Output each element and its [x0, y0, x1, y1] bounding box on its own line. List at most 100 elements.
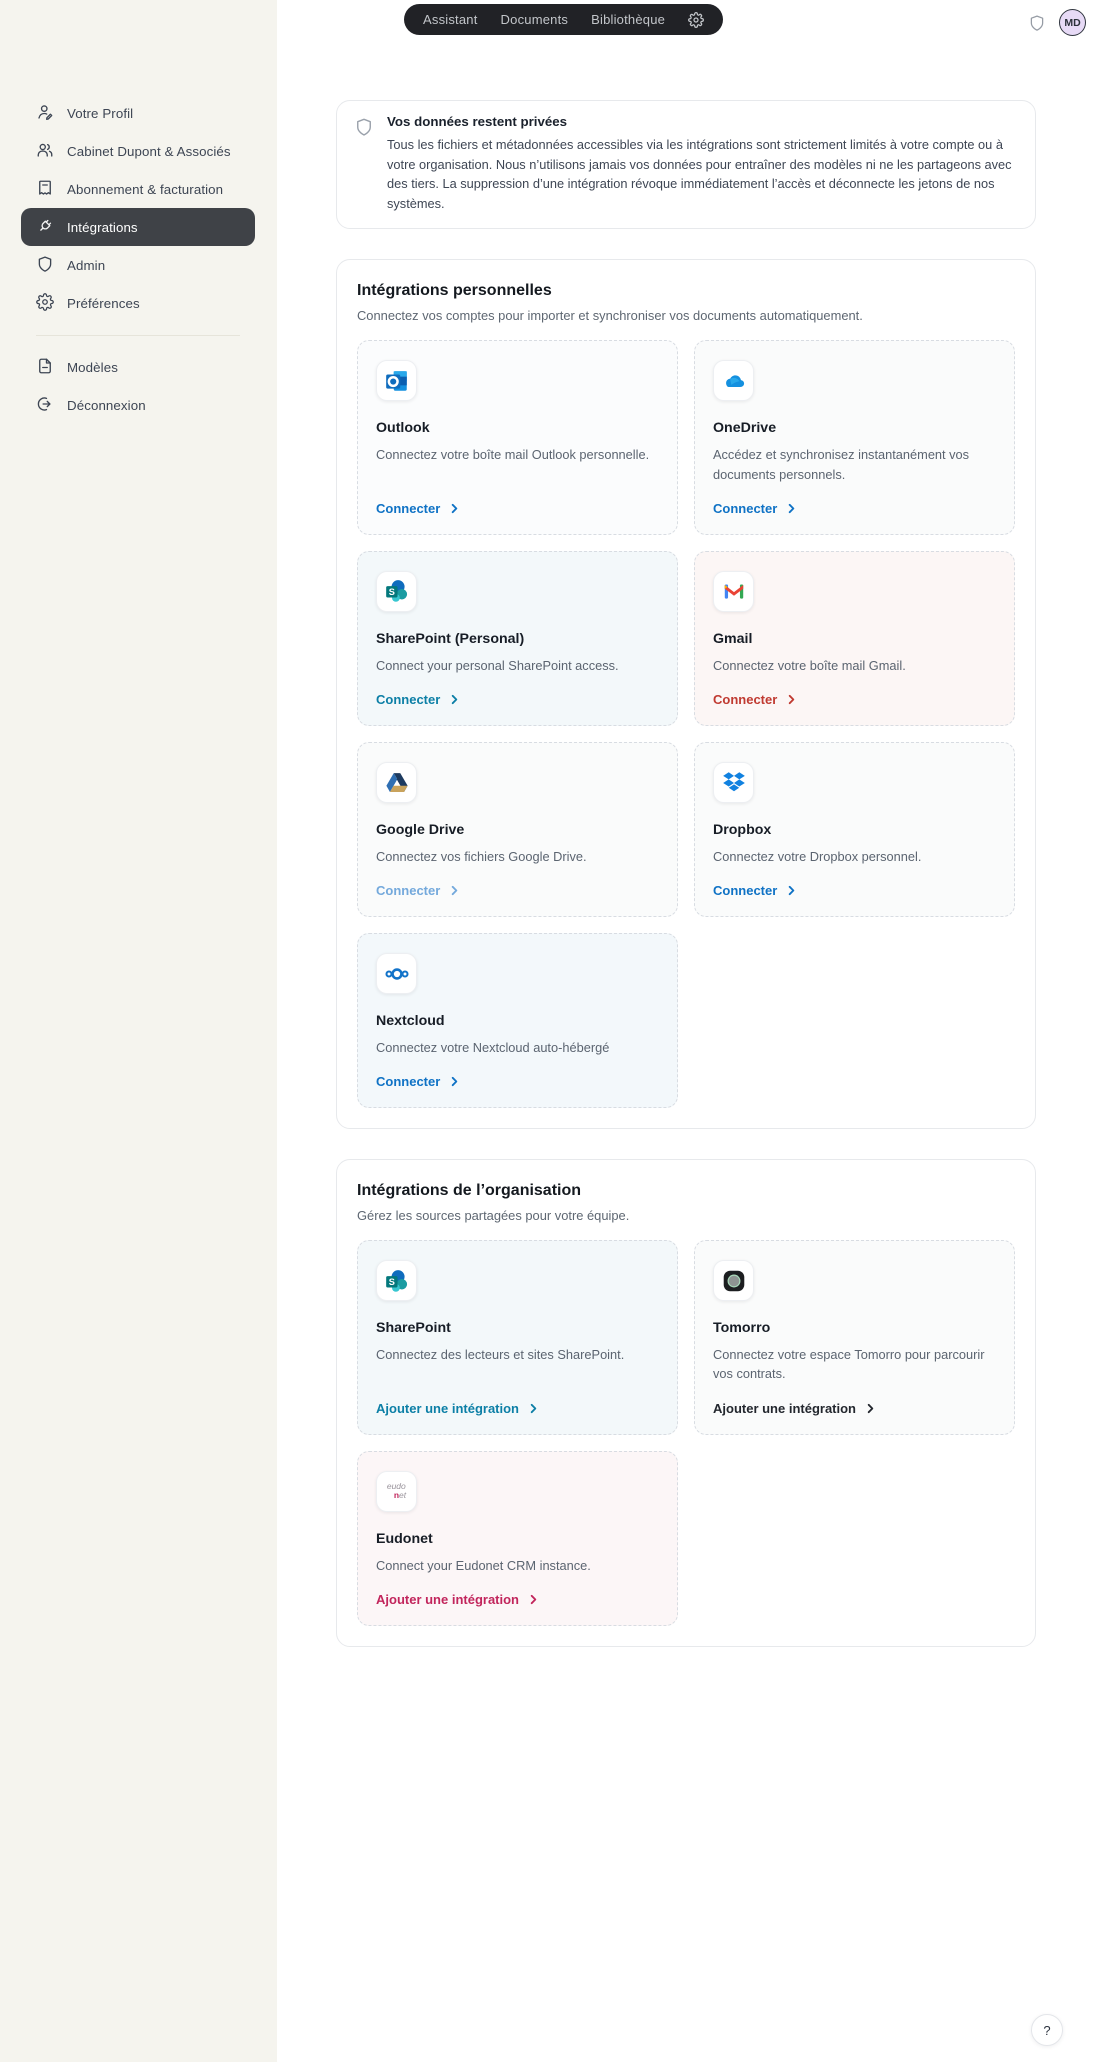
card-sharepoint-personal: S SharePoint (Personal) Connect your per… — [357, 551, 678, 726]
tomorro-icon — [713, 1260, 754, 1301]
card-title: SharePoint — [376, 1320, 659, 1336]
google-drive-icon — [376, 762, 417, 803]
card-title: SharePoint (Personal) — [376, 631, 659, 647]
outlook-icon — [376, 360, 417, 401]
nav-assistant[interactable]: Assistant — [423, 12, 478, 27]
sidebar-item-templates[interactable]: Modèles — [21, 348, 255, 386]
logout-icon — [36, 395, 54, 416]
card-title: Outlook — [376, 420, 659, 436]
privacy-notice-text: Vos données restent privées Tous les fic… — [387, 114, 1018, 213]
card-onedrive: OneDrive Accédez et synchronisez instant… — [694, 340, 1015, 534]
card-description: Connectez des lecteurs et sites SharePoi… — [376, 1345, 659, 1364]
sidebar-item-label: Préférences — [67, 296, 140, 311]
sidebar-item-label: Cabinet Dupont & Associés — [67, 144, 231, 159]
nav-library[interactable]: Bibliothèque — [591, 12, 665, 27]
dropbox-icon — [713, 762, 754, 803]
card-action-label: Connecter — [376, 692, 440, 707]
card-title: Dropbox — [713, 822, 996, 838]
chevron-right-icon — [865, 1403, 876, 1414]
card-title: Nextcloud — [376, 1013, 659, 1029]
privacy-notice-title: Vos données restent privées — [387, 114, 1018, 129]
connect-outlook-button[interactable]: Connecter — [376, 484, 659, 516]
settings-gear-icon[interactable] — [688, 12, 704, 28]
help-button[interactable]: ? — [1031, 2014, 1063, 2046]
card-description: Connectez vos fichiers Google Drive. — [376, 847, 659, 866]
card-description: Connectez votre Dropbox personnel. — [713, 847, 996, 866]
chevron-right-icon — [449, 1076, 460, 1087]
sidebar: Votre Profil Cabinet Dupont & Associés A… — [0, 0, 277, 2062]
card-action-label: Connecter — [713, 883, 777, 898]
sidebar-item-logout[interactable]: Déconnexion — [21, 386, 255, 424]
privacy-shield-icon[interactable] — [1028, 14, 1046, 32]
sidebar-item-label: Déconnexion — [67, 398, 146, 413]
shield-icon — [354, 117, 374, 213]
card-description: Connectez votre boîte mail Outlook perso… — [376, 445, 659, 464]
card-google-drive: Google Drive Connectez vos fichiers Goog… — [357, 742, 678, 917]
card-description: Connectez votre Nextcloud auto-hébergé — [376, 1038, 659, 1057]
section-personal-integrations: Intégrations personnelles Connectez vos … — [336, 259, 1036, 1129]
main-content: Vos données restent privées Tous les fic… — [336, 100, 1036, 1647]
card-action-label: Connecter — [376, 1074, 440, 1089]
sidebar-item-label: Modèles — [67, 360, 118, 375]
card-gmail: Gmail Connectez votre boîte mail Gmail. … — [694, 551, 1015, 726]
chevron-right-icon — [528, 1594, 539, 1605]
chevron-right-icon — [449, 694, 460, 705]
avatar[interactable]: MD — [1059, 9, 1086, 36]
add-eudonet-integration-button[interactable]: Ajouter une intégration — [376, 1575, 659, 1607]
connect-onedrive-button[interactable]: Connecter — [713, 484, 996, 516]
integration-grid: S SharePoint Connectez des lecteurs et s… — [357, 1240, 1015, 1626]
onedrive-icon — [713, 360, 754, 401]
nextcloud-icon — [376, 953, 417, 994]
sidebar-divider — [36, 335, 240, 336]
privacy-notice: Vos données restent privées Tous les fic… — [336, 100, 1036, 229]
card-action-label: Ajouter une intégration — [376, 1401, 519, 1416]
card-title: OneDrive — [713, 420, 996, 436]
eudonet-icon: eudonet — [376, 1471, 417, 1512]
connect-gmail-button[interactable]: Connecter — [713, 675, 996, 707]
card-sharepoint-org: S SharePoint Connectez des lecteurs et s… — [357, 1240, 678, 1434]
card-description: Connect your personal SharePoint access. — [376, 656, 659, 675]
sidebar-item-label: Intégrations — [67, 220, 138, 235]
plug-icon — [36, 217, 54, 238]
sidebar-item-billing[interactable]: Abonnement & facturation — [21, 170, 255, 208]
receipt-icon — [36, 179, 54, 200]
connect-nextcloud-button[interactable]: Connecter — [376, 1057, 659, 1089]
section-subtitle: Connectez vos comptes pour importer et s… — [357, 308, 1015, 323]
card-action-label: Ajouter une intégration — [376, 1592, 519, 1607]
svg-text:S: S — [388, 587, 394, 597]
add-tomorro-integration-button[interactable]: Ajouter une intégration — [713, 1384, 996, 1416]
sidebar-item-admin[interactable]: Admin — [21, 246, 255, 284]
card-description: Connectez votre boîte mail Gmail. — [713, 656, 996, 675]
card-dropbox: Dropbox Connectez votre Dropbox personne… — [694, 742, 1015, 917]
add-sharepoint-integration-button[interactable]: Ajouter une intégration — [376, 1384, 659, 1416]
card-action-label: Ajouter une intégration — [713, 1401, 856, 1416]
card-action-label: Connecter — [713, 501, 777, 516]
sidebar-item-organization[interactable]: Cabinet Dupont & Associés — [21, 132, 255, 170]
section-title: Intégrations de l’organisation — [357, 1182, 1015, 1200]
connect-sharepoint-personal-button[interactable]: Connecter — [376, 675, 659, 707]
connect-google-drive-button[interactable]: Connecter — [376, 866, 659, 898]
card-outlook: Outlook Connectez votre boîte mail Outlo… — [357, 340, 678, 534]
header-right: MD — [1028, 9, 1086, 36]
sidebar-item-integrations[interactable]: Intégrations — [21, 208, 255, 246]
card-action-label: Connecter — [376, 501, 440, 516]
connect-dropbox-button[interactable]: Connecter — [713, 866, 996, 898]
chevron-right-icon — [786, 503, 797, 514]
sidebar-nav: Votre Profil Cabinet Dupont & Associés A… — [21, 94, 255, 424]
card-action-label: Connecter — [376, 883, 440, 898]
nav-documents[interactable]: Documents — [501, 12, 569, 27]
chevron-right-icon — [528, 1403, 539, 1414]
section-title: Intégrations personnelles — [357, 282, 1015, 300]
card-description: Accédez et synchronisez instantanément v… — [713, 445, 996, 483]
card-tomorro: Tomorro Connectez votre espace Tomorro p… — [694, 1240, 1015, 1434]
card-title: Google Drive — [376, 822, 659, 838]
user-icon — [36, 103, 54, 124]
card-title: Eudonet — [376, 1531, 659, 1547]
card-description: Connect your Eudonet CRM instance. — [376, 1556, 659, 1575]
sharepoint-icon: S — [376, 1260, 417, 1301]
sidebar-item-preferences[interactable]: Préférences — [21, 284, 255, 322]
document-icon — [36, 357, 54, 378]
card-nextcloud: Nextcloud Connectez votre Nextcloud auto… — [357, 933, 678, 1108]
sidebar-item-profile[interactable]: Votre Profil — [21, 94, 255, 132]
sidebar-item-label: Votre Profil — [67, 106, 133, 121]
